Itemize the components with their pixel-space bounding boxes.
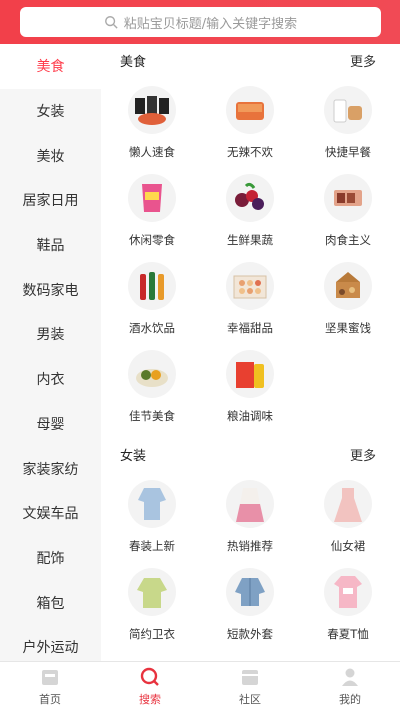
category-item[interactable]: 休闲零食 [103, 164, 201, 252]
category-grid-food: 懒人速食 无辣不欢 快捷早餐 休闲零食 生鲜果蔬 肉食主义 酒水饮品 幸福甜品 … [101, 76, 400, 428]
sidebar-item-bags[interactable]: 箱包 [0, 580, 101, 625]
home-icon [42, 669, 58, 685]
sidebar-item-beauty[interactable]: 美妆 [0, 133, 101, 178]
section-title: 女装 [120, 448, 147, 464]
category-label: 仙女裙 [330, 539, 366, 553]
sidebar-item-womens-clothing[interactable]: 女装 [0, 89, 101, 134]
category-item[interactable]: 幸福甜品 [201, 252, 299, 340]
category-item[interactable]: 生鲜果蔬 [201, 164, 299, 252]
category-item[interactable]: 肉食主义 [299, 164, 397, 252]
category-item[interactable]: 快捷早餐 [299, 76, 397, 164]
category-label: 粮油调味 [227, 409, 273, 423]
sidebar-item-baby[interactable]: 母婴 [0, 402, 101, 447]
category-grid-womens-clothing: 春装上新 热销推荐 仙女裙 简约卫衣 短款外套 春夏T恤 [101, 470, 400, 646]
nuts-thumbnail [324, 262, 372, 310]
more-link[interactable]: 更多 [350, 51, 376, 70]
category-label: 短款外套 [227, 627, 273, 641]
hot-picks-thumbnail [226, 480, 274, 528]
category-label: 春夏T恤 [327, 627, 369, 641]
instant-noodles-thumbnail [128, 86, 176, 134]
category-label: 佳节美食 [129, 409, 175, 423]
search-icon [104, 16, 118, 29]
sidebar-item-home-textiles[interactable]: 家装家纺 [0, 446, 101, 491]
category-item[interactable]: 春夏T恤 [299, 558, 397, 646]
bottom-tab-bar: 首页 搜索 社区 我的 [0, 661, 400, 711]
category-item[interactable]: 坚果蜜饯 [299, 252, 397, 340]
category-label: 生鲜果蔬 [227, 233, 273, 247]
sidebar-item-household[interactable]: 居家日用 [0, 178, 101, 223]
category-label: 酒水饮品 [129, 321, 175, 335]
short-jacket-thumbnail [226, 568, 274, 616]
grain-oil-thumbnail [226, 350, 274, 398]
profile-icon [342, 668, 358, 686]
tab-label: 社区 [239, 692, 261, 706]
sidebar-item-accessories[interactable]: 配饰 [0, 536, 101, 581]
tab-label: 搜索 [139, 692, 161, 706]
category-label: 春装上新 [129, 539, 175, 553]
tab-home[interactable]: 首页 [0, 662, 100, 711]
hoodie-thumbnail [128, 568, 176, 616]
category-item[interactable]: 佳节美食 [103, 340, 201, 428]
drinks-thumbnail [128, 262, 176, 310]
category-label: 热销推荐 [227, 539, 273, 553]
category-label: 休闲零食 [129, 233, 175, 247]
search-icon [140, 667, 159, 686]
fairy-dress-thumbnail [324, 480, 372, 528]
category-sidebar: 美食 女装 美妆 居家日用 鞋品 数码家电 男装 内衣 母婴 家装家纺 文娱车品… [0, 44, 101, 661]
tab-community[interactable]: 社区 [200, 662, 300, 711]
snacks-thumbnail [128, 174, 176, 222]
category-item[interactable]: 仙女裙 [299, 470, 397, 558]
section-header-food: 美食 更多 [101, 44, 400, 76]
tab-search[interactable]: 搜索 [100, 662, 200, 711]
category-label: 简约卫衣 [129, 627, 175, 641]
fresh-produce-thumbnail [226, 174, 274, 222]
sidebar-item-food[interactable]: 美食 [0, 44, 101, 89]
category-item[interactable]: 粮油调味 [201, 340, 299, 428]
breakfast-thumbnail [324, 86, 372, 134]
search-bar[interactable]: 粘贴宝贝标题/输入关键字搜索 [20, 7, 381, 37]
sidebar-item-outdoor-sports[interactable]: 户外运动 [0, 625, 101, 661]
tab-label: 我的 [339, 692, 361, 706]
sidebar-item-entertainment-car[interactable]: 文娱车品 [0, 491, 101, 536]
sidebar-item-electronics[interactable]: 数码家电 [0, 267, 101, 312]
tshirt-thumbnail [324, 568, 372, 616]
more-link[interactable]: 更多 [350, 445, 376, 464]
search-placeholder: 粘贴宝贝标题/输入关键字搜索 [123, 16, 298, 32]
tab-label: 首页 [39, 692, 61, 706]
category-label: 肉食主义 [325, 233, 371, 247]
community-icon [242, 669, 258, 685]
meat-thumbnail [324, 174, 372, 222]
sidebar-item-mens-clothing[interactable]: 男装 [0, 312, 101, 357]
tab-profile[interactable]: 我的 [300, 662, 400, 711]
top-header: 粘贴宝贝标题/输入关键字搜索 [0, 0, 400, 44]
category-item[interactable]: 春装上新 [103, 470, 201, 558]
category-label: 快捷早餐 [325, 145, 371, 159]
festive-food-thumbnail [128, 350, 176, 398]
spicy-food-thumbnail [226, 86, 274, 134]
sidebar-item-shoes[interactable]: 鞋品 [0, 223, 101, 268]
spring-new-thumbnail [128, 480, 176, 528]
category-label: 幸福甜品 [227, 321, 273, 335]
category-item[interactable]: 热销推荐 [201, 470, 299, 558]
category-content: 美食 更多 懒人速食 无辣不欢 快捷早餐 休闲零食 生鲜果蔬 肉食主义 酒水饮品… [101, 44, 400, 661]
category-item[interactable]: 简约卫衣 [103, 558, 201, 646]
category-label: 坚果蜜饯 [325, 321, 371, 335]
category-label: 懒人速食 [129, 145, 175, 159]
section-header-womens-clothing: 女装 更多 [101, 438, 400, 470]
category-item[interactable]: 短款外套 [201, 558, 299, 646]
category-item[interactable]: 懒人速食 [103, 76, 201, 164]
desserts-thumbnail [226, 262, 274, 310]
category-label: 无辣不欢 [227, 145, 273, 159]
category-item[interactable]: 无辣不欢 [201, 76, 299, 164]
sidebar-item-underwear[interactable]: 内衣 [0, 357, 101, 402]
category-item[interactable]: 酒水饮品 [103, 252, 201, 340]
section-title: 美食 [120, 54, 147, 70]
